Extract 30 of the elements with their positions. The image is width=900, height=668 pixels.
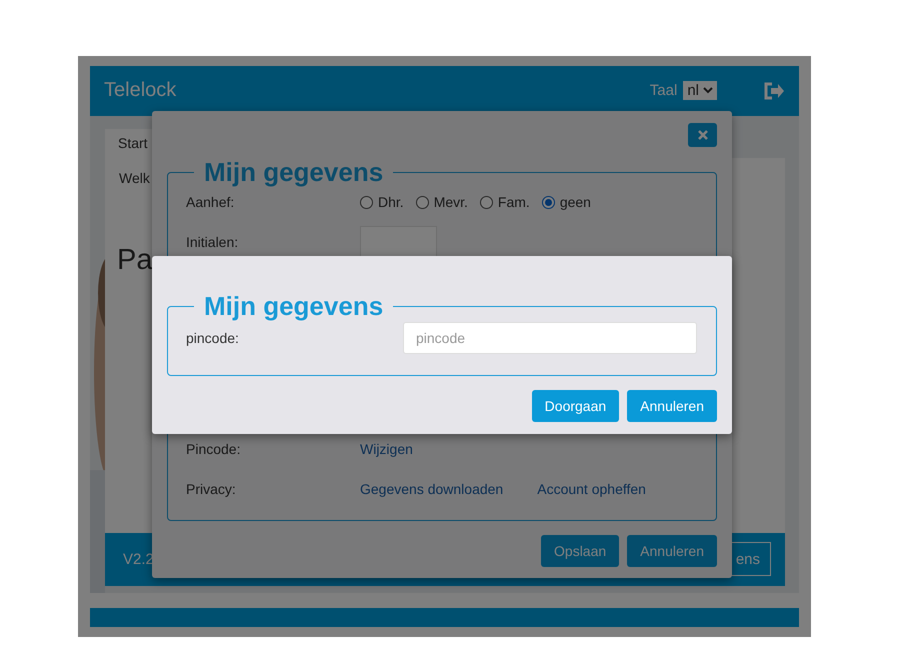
- radio-option[interactable]: Dhr.: [360, 194, 404, 210]
- dialog-legend: Mijn gegevens: [194, 157, 394, 188]
- language-select[interactable]: nl: [683, 81, 717, 100]
- dialog-button[interactable]: Doorgaan: [532, 390, 620, 422]
- close-button[interactable]: [688, 123, 717, 147]
- language-label: Taal: [650, 82, 678, 100]
- dialog-button[interactable]: Annuleren: [627, 390, 717, 422]
- app-title: Telelock: [104, 79, 178, 102]
- page-heading: Pa: [117, 244, 152, 277]
- version-text: V2.2: [123, 550, 154, 568]
- field-label: Privacy:: [186, 481, 237, 497]
- radio-option[interactable]: Fam.: [480, 194, 530, 210]
- initials-field[interactable]: [360, 226, 437, 258]
- radio-option[interactable]: geen: [542, 194, 591, 210]
- radio-option[interactable]: Mevr.: [416, 194, 468, 210]
- field-label: Initialen:: [186, 234, 240, 250]
- privacy-link[interactable]: Account opheffen: [537, 481, 646, 497]
- logout-icon[interactable]: [763, 82, 785, 100]
- welcome-text: Welk: [119, 170, 150, 186]
- dialog-button[interactable]: Opslaan: [541, 535, 620, 567]
- field-label: Aanhef:: [186, 194, 236, 210]
- privacy-link[interactable]: Gegevens downloaden: [360, 481, 504, 497]
- close-icon: [698, 130, 708, 140]
- change-link[interactable]: Wijzigen: [360, 441, 413, 457]
- field-label: pincode:: [186, 330, 240, 346]
- dialog-legend: Mijn gegevens: [194, 291, 394, 322]
- dialog-button[interactable]: Annuleren: [627, 535, 717, 567]
- pincode-field[interactable]: pincode: [403, 322, 697, 354]
- field-label: Pincode:: [186, 441, 242, 457]
- chevron-icon: [703, 87, 713, 94]
